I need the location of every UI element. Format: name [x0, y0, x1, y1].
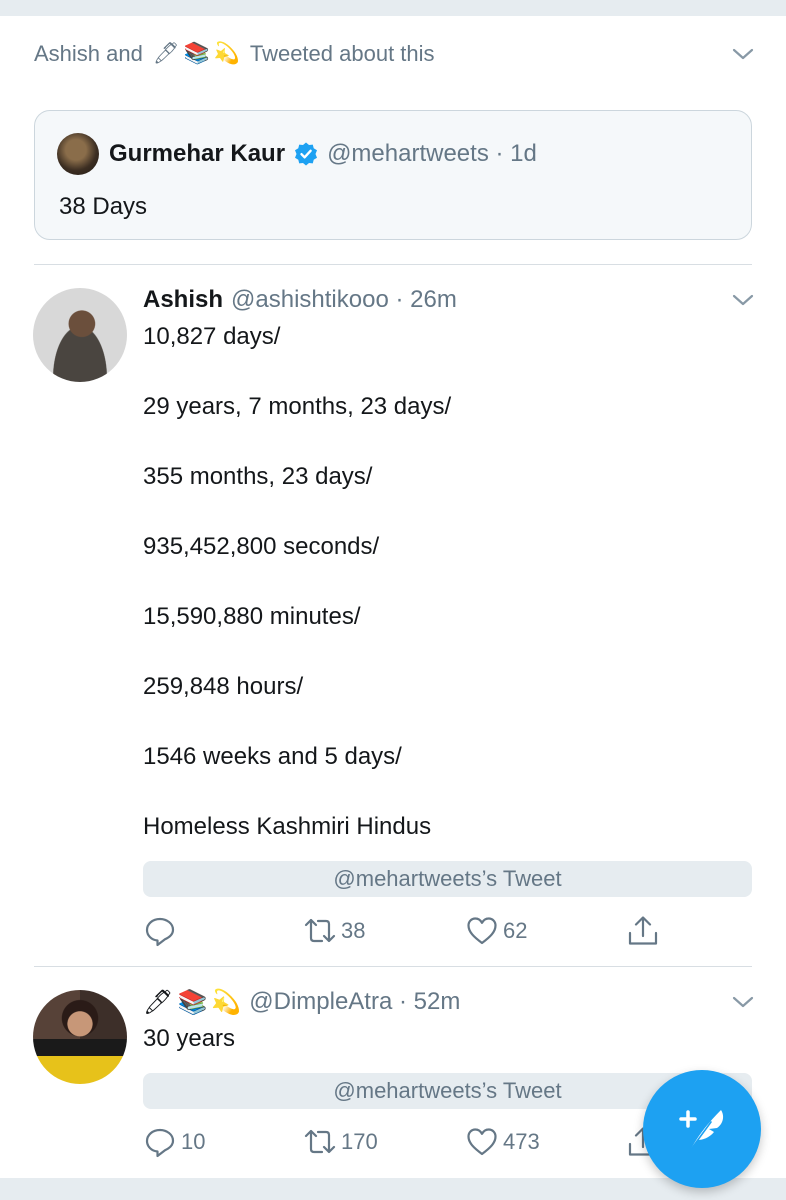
- like-count: 473: [503, 1129, 540, 1154]
- chevron-down-icon[interactable]: [731, 990, 755, 1014]
- share-icon: [626, 914, 660, 948]
- divider: [34, 966, 752, 967]
- social-context[interactable]: Ashish and 🖊 📚 💫 Tweeted about this: [34, 38, 435, 70]
- chevron-down-icon[interactable]: [731, 42, 755, 66]
- chevron-down-icon[interactable]: [731, 288, 755, 312]
- social-context-suffix: Tweeted about this: [249, 41, 435, 66]
- top-separator: [0, 0, 786, 16]
- quoted-tweet-header: Gurmehar Kaur @mehartweets · 1d: [57, 133, 537, 175]
- reply-button[interactable]: 10: [143, 1122, 205, 1162]
- compose-tweet-icon: [667, 1094, 737, 1164]
- heart-icon: [465, 914, 499, 948]
- avatar[interactable]: [33, 990, 127, 1084]
- share-button[interactable]: [626, 911, 660, 951]
- tweet-header: Ashish @ashishtikooo · 26m: [143, 283, 457, 317]
- compose-tweet-button[interactable]: [643, 1070, 761, 1188]
- retweet-button[interactable]: 38: [303, 911, 365, 951]
- author-name[interactable]: Ashish: [143, 286, 223, 314]
- social-context-emojis: 🖊 📚 💫: [153, 42, 240, 66]
- books-emoji: 📚: [177, 988, 208, 1016]
- tweet-actions: 38 62: [143, 911, 683, 951]
- retweet-count: 38: [341, 918, 366, 943]
- retweet-button[interactable]: 170: [303, 1122, 378, 1162]
- books-emoji: 📚: [183, 42, 210, 65]
- tweet-text-line: Homeless Kashmiri Hindus: [143, 813, 432, 840]
- tweet-text-line: 10,827 days/: [143, 323, 281, 350]
- quoted-author-name: Gurmehar Kaur: [109, 140, 286, 167]
- author-name-emojis[interactable]: 🖊 📚 💫: [143, 988, 241, 1017]
- quoted-tweet-link[interactable]: @mehartweets’s Tweet: [143, 861, 752, 897]
- quoted-handle-time: @mehartweets · 1d: [327, 140, 537, 167]
- like-count: 62: [503, 918, 528, 943]
- reply-count: 10: [181, 1129, 206, 1154]
- pen-emoji: 🖊: [152, 42, 180, 65]
- quoted-tweet-card[interactable]: Gurmehar Kaur @mehartweets · 1d 38 Days: [34, 110, 752, 240]
- divider: [34, 264, 752, 265]
- quoted-avatar: [57, 133, 99, 175]
- timeline-page: Ashish and 🖊 📚 💫 Tweeted about this Gurm…: [0, 0, 786, 1200]
- tweet-text-line: 1546 weeks and 5 days/: [143, 743, 402, 770]
- tweet-text-line: 355 months, 23 days/: [143, 463, 373, 490]
- tweet-text-line: 259,848 hours/: [143, 673, 304, 700]
- retweet-count: 170: [341, 1129, 378, 1154]
- tweet-text-line: 935,452,800 seconds/: [143, 533, 380, 560]
- tweet-text-line: 29 years, 7 months, 23 days/: [143, 393, 452, 420]
- bottom-separator: [0, 1178, 786, 1200]
- quoted-tweet-text: 38 Days: [59, 193, 148, 220]
- like-button[interactable]: 62: [465, 911, 527, 951]
- tweet-text-line: 15,590,880 minutes/: [143, 603, 361, 630]
- verified-badge-icon: [293, 141, 319, 167]
- social-context-prefix: Ashish and: [34, 41, 143, 66]
- pen-emoji: 🖊: [143, 988, 174, 1016]
- dizzy-emoji: 💫: [211, 988, 242, 1016]
- reply-icon: [143, 914, 177, 948]
- tweet-text: 30 years: [143, 1025, 236, 1052]
- tweet-header: 🖊 📚 💫 @DimpleAtra · 52m: [143, 985, 460, 1019]
- retweet-icon: [303, 914, 337, 948]
- heart-icon: [465, 1125, 499, 1159]
- dizzy-emoji: 💫: [213, 42, 240, 65]
- reply-icon: [143, 1125, 177, 1159]
- like-button[interactable]: 473: [465, 1122, 540, 1162]
- author-handle-time[interactable]: @DimpleAtra · 52m: [249, 988, 460, 1016]
- tweet-actions: 10 170 473: [143, 1122, 683, 1162]
- reply-button[interactable]: [143, 911, 181, 951]
- retweet-icon: [303, 1125, 337, 1159]
- avatar[interactable]: [33, 288, 127, 382]
- author-handle-time[interactable]: @ashishtikooo · 26m: [231, 286, 457, 314]
